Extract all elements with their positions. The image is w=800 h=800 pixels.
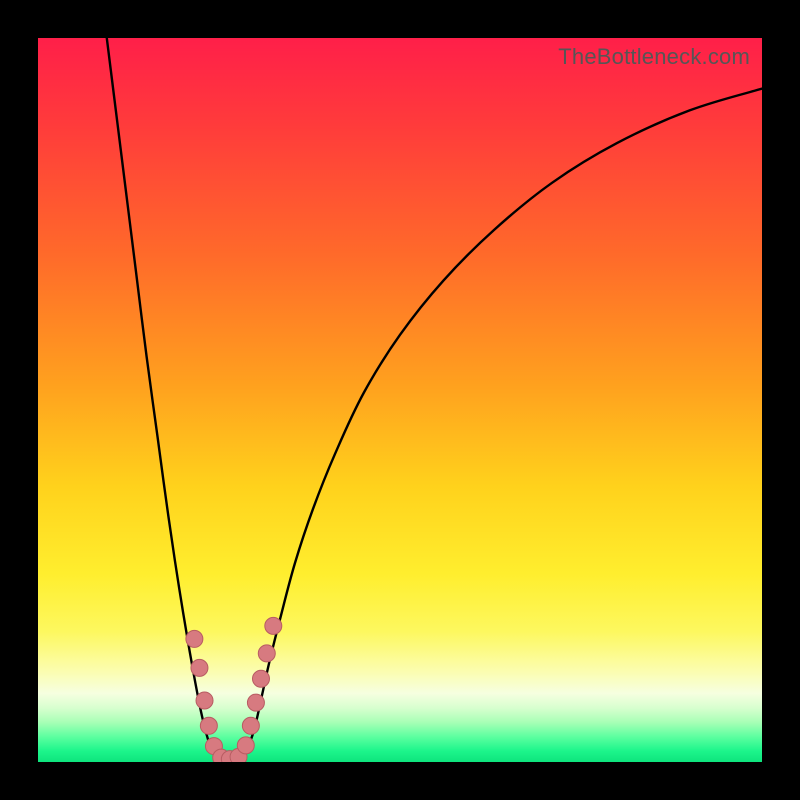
data-marker bbox=[247, 694, 264, 711]
bottleneck-curve bbox=[107, 38, 762, 761]
data-marker bbox=[200, 717, 217, 734]
data-marker bbox=[237, 737, 254, 754]
data-marker bbox=[258, 645, 275, 662]
data-marker bbox=[191, 659, 208, 676]
data-marker bbox=[186, 630, 203, 647]
data-marker bbox=[242, 717, 259, 734]
chart-frame: TheBottleneck.com bbox=[0, 0, 800, 800]
plot-area: TheBottleneck.com bbox=[38, 38, 762, 762]
data-marker bbox=[196, 692, 213, 709]
data-marker bbox=[265, 617, 282, 634]
data-marker bbox=[252, 670, 269, 687]
curve-layer bbox=[38, 38, 762, 762]
